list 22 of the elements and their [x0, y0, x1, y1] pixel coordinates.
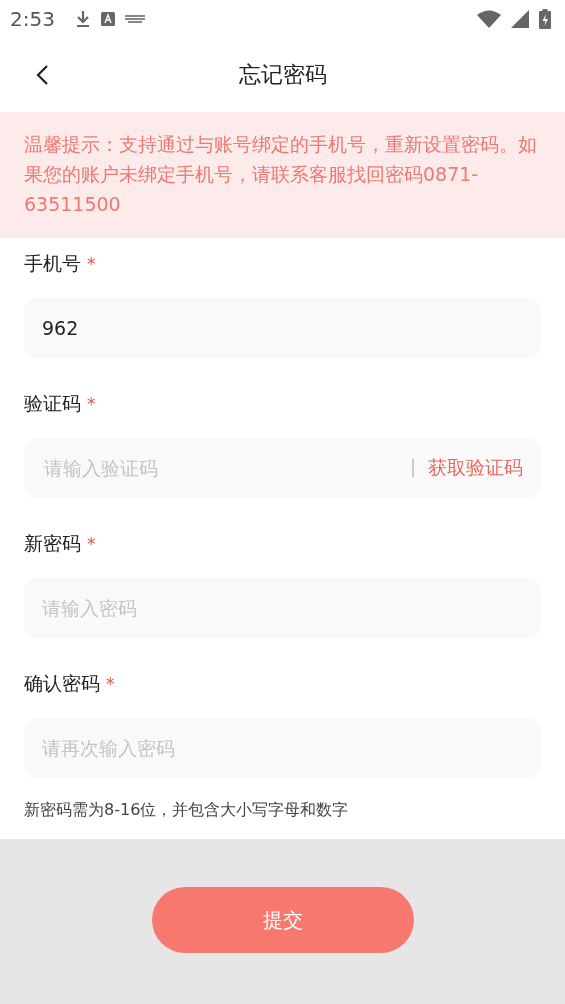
- password-hint: 新密码需为8-16位，并包含大小写字母和数字: [24, 800, 350, 821]
- required-asterisk: *: [87, 394, 96, 414]
- field-label: 确认密码: [24, 671, 100, 696]
- field-label: 手机号: [24, 251, 81, 276]
- wifi-icon: [477, 10, 501, 28]
- keyboard-icon: [124, 14, 145, 24]
- page-title: 忘记密码: [238, 61, 327, 89]
- input-field[interactable]: 962: [24, 298, 541, 358]
- required-asterisk: *: [87, 254, 96, 274]
- download-icon: [74, 10, 91, 28]
- back-icon[interactable]: [35, 64, 49, 86]
- signal-icon: [511, 10, 529, 28]
- field-label: 新密码: [24, 531, 81, 556]
- keyboard-letter-icon: [100, 12, 115, 26]
- get-code-link[interactable]: 获取验证码: [428, 455, 523, 481]
- required-asterisk: *: [106, 674, 115, 694]
- status-time: 2:53: [10, 7, 55, 31]
- submit-button[interactable]: 提交: [151, 887, 414, 953]
- field-label: 验证码: [24, 391, 81, 416]
- required-asterisk: *: [87, 534, 96, 554]
- battery-icon: [539, 9, 551, 29]
- notice-banner: 温馨提示：支持通过与账号绑定的手机号，重新设置密码。如果您的账户未绑定手机号，请联系客服找回密码0871-63511500: [0, 112, 565, 238]
